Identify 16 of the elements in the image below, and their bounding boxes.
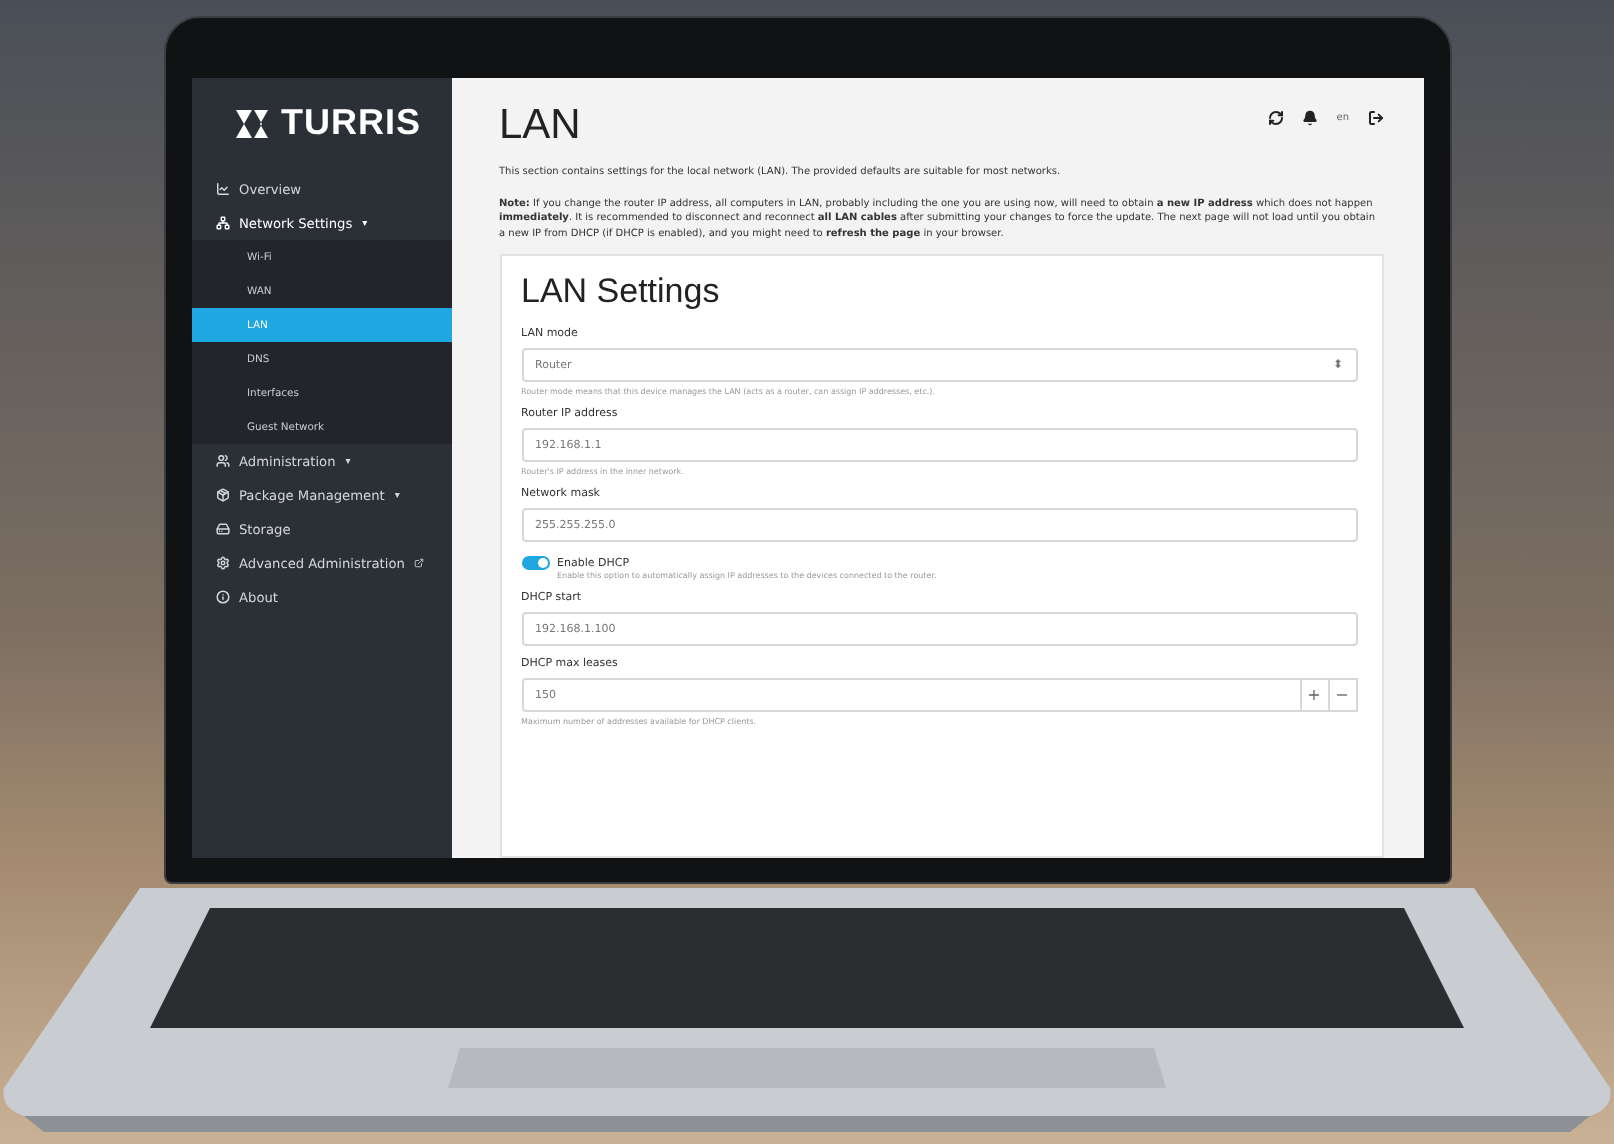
page-title: LAN	[499, 102, 581, 150]
chart-icon	[215, 182, 229, 196]
info-icon	[215, 590, 229, 604]
refresh-icon[interactable]	[1268, 110, 1285, 126]
logout-icon[interactable]	[1367, 110, 1383, 126]
drive-icon	[215, 522, 229, 536]
network-icon	[215, 216, 229, 230]
logo-text: TURRIS	[281, 102, 421, 144]
gear-icon	[215, 556, 229, 570]
increment-button[interactable]: +	[1299, 678, 1329, 712]
bell-icon[interactable]	[1302, 110, 1319, 126]
card-title: LAN Settings	[521, 272, 722, 312]
package-icon	[215, 488, 229, 502]
users-icon	[215, 454, 229, 468]
toggle-switch[interactable]	[521, 556, 549, 570]
decrement-button[interactable]: −	[1327, 678, 1357, 712]
